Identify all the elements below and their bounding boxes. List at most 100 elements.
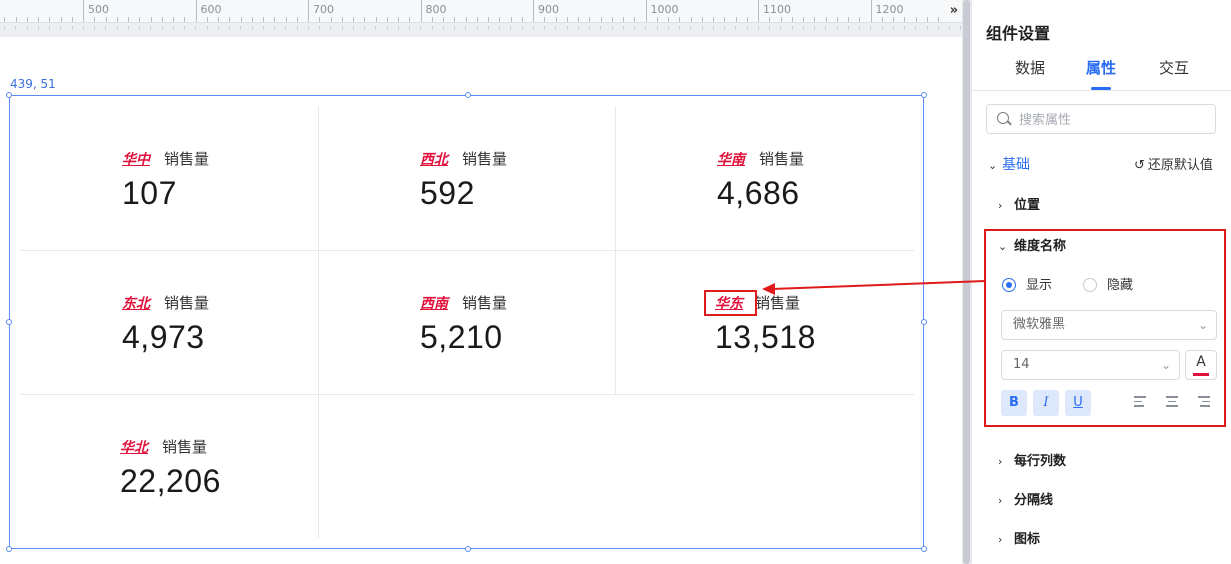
- ruler-tick: [49, 17, 51, 22]
- resize-handle-br[interactable]: [921, 546, 927, 552]
- ruler-strip-tick: [195, 26, 197, 29]
- ruler-tick: [848, 17, 849, 22]
- metric-label: 销售量: [755, 294, 801, 312]
- ruler-strip: [0, 23, 962, 37]
- font-size-select[interactable]: 14 ⌄: [1001, 350, 1180, 380]
- ruler-tick: [915, 17, 917, 22]
- ruler-strip-tick: [262, 26, 264, 29]
- ruler-tick: [251, 17, 253, 22]
- resize-handle-tl[interactable]: [6, 92, 12, 98]
- section-divider-label: 分隔线: [1014, 493, 1054, 508]
- ruler-label: 500: [88, 3, 109, 16]
- kpi-cell[interactable]: 西北 销售量 592: [420, 148, 507, 212]
- ruler-tick: [488, 17, 489, 22]
- search-input[interactable]: [1017, 110, 1211, 130]
- italic-button[interactable]: I: [1033, 390, 1059, 416]
- kpi-cell[interactable]: 华北 销售量 22,206: [120, 436, 221, 500]
- ruler-strip-tick: [589, 26, 590, 29]
- scrollbar-thumb[interactable]: [963, 0, 970, 564]
- property-search[interactable]: [986, 104, 1216, 134]
- region-label: 东北: [122, 296, 150, 312]
- ruler-tick: [814, 17, 816, 22]
- ruler-tick: [803, 17, 804, 22]
- ruler-tick: [555, 17, 557, 22]
- ruler-strip-tick: [307, 26, 309, 29]
- region-label: 华北: [120, 440, 148, 456]
- tab-data[interactable]: 数据: [1015, 57, 1045, 78]
- ruler-tick: [780, 17, 782, 22]
- ruler-label: 1100: [763, 3, 791, 16]
- chevron-right-icon: ›: [998, 494, 1003, 507]
- ruler-tick: [308, 0, 309, 22]
- ruler-tick: [398, 17, 399, 22]
- reset-defaults-button[interactable]: ↺ 还原默认值: [1134, 154, 1213, 173]
- radio-show[interactable]: 显示: [1002, 274, 1052, 293]
- align-center-icon[interactable]: [1166, 396, 1178, 408]
- ruler-strip-tick: [769, 26, 770, 29]
- ruler-tick: [420, 0, 422, 22]
- ruler-label: 600: [200, 3, 222, 16]
- ruler-strip-tick: [105, 26, 107, 29]
- kpi-cell[interactable]: 华中 销售量 107: [122, 148, 209, 212]
- kpi-cell[interactable]: 西南 销售量 5,210: [420, 292, 507, 356]
- radio-show-dot: [1002, 278, 1016, 292]
- ruler-strip-tick: [836, 26, 838, 29]
- ruler-strip-tick: [499, 26, 500, 29]
- align-left-icon[interactable]: [1134, 396, 1146, 408]
- ruler-tick: [758, 0, 759, 22]
- ruler-strip-tick: [330, 26, 332, 29]
- ruler-strip-tick: [229, 26, 230, 29]
- ruler-strip-tick: [49, 26, 50, 29]
- bold-button[interactable]: B: [1001, 390, 1027, 416]
- ruler-strip-tick: [859, 26, 860, 29]
- ruler-tick: [296, 17, 298, 22]
- ruler-tick: [184, 17, 186, 22]
- ruler-tick: [893, 17, 894, 22]
- align-right-icon[interactable]: [1198, 396, 1210, 408]
- ruler-label: 800: [425, 3, 447, 16]
- kpi-value: 592: [420, 175, 475, 211]
- radio-hide[interactable]: 隐藏: [1083, 274, 1133, 293]
- section-divider[interactable]: › 分隔线: [998, 489, 1053, 508]
- ruler-tick: [229, 17, 231, 22]
- resize-handle-bl[interactable]: [6, 546, 12, 552]
- kpi-cell[interactable]: 华南 销售量 4,686: [717, 148, 804, 212]
- kpi-value: 107: [122, 175, 177, 211]
- ruler-strip-tick: [892, 26, 894, 29]
- section-columns-per-row[interactable]: › 每行列数: [998, 450, 1066, 469]
- ruler-tick: [668, 17, 669, 22]
- active-tab-indicator: [1091, 87, 1111, 90]
- ruler-strip-tick: [521, 26, 523, 29]
- canvas-scrollbar[interactable]: [962, 0, 971, 564]
- canvas-area[interactable]: 500 600 700 800 900 1000 1100 1200 » 439, 51 华中…: [0, 0, 962, 564]
- tab-interaction[interactable]: 交互: [1159, 57, 1189, 78]
- section-icon[interactable]: › 图标: [998, 528, 1040, 547]
- kpi-cell[interactable]: 东北 销售量 4,973: [122, 292, 209, 356]
- ruler-tick: [735, 17, 737, 22]
- resize-handle-tr[interactable]: [921, 92, 927, 98]
- ruler-strip-tick: [127, 26, 129, 29]
- font-color-button[interactable]: A: [1185, 350, 1217, 380]
- reset-label: 还原默认值: [1147, 158, 1213, 173]
- ruler-strip-tick: [386, 26, 388, 29]
- ruler-strip-tick: [161, 26, 163, 29]
- font-family-select[interactable]: 微软雅黑 ⌄: [1001, 310, 1217, 340]
- ruler-tick: [510, 17, 512, 22]
- collapse-panel-icon[interactable]: »: [946, 0, 962, 23]
- ruler-strip-tick: [274, 26, 275, 29]
- ruler-strip-tick: [724, 26, 725, 29]
- tab-properties[interactable]: 属性: [1086, 57, 1116, 78]
- group-basic[interactable]: ⌄ 基础: [988, 154, 1030, 174]
- resize-handle-ml[interactable]: [6, 319, 12, 325]
- underline-button[interactable]: U: [1065, 390, 1091, 416]
- region-label: 西北: [420, 152, 448, 168]
- section-position[interactable]: › 位置: [998, 194, 1040, 213]
- ruler-strip-tick: [645, 26, 647, 29]
- resize-handle-bm[interactable]: [465, 546, 471, 552]
- resize-handle-mr[interactable]: [921, 319, 927, 325]
- panel-title: 组件设置: [986, 24, 1051, 43]
- metric-label: 销售量: [164, 150, 210, 168]
- metric-label: 销售量: [162, 438, 208, 456]
- resize-handle-tm[interactable]: [465, 92, 471, 98]
- ruler-tick: [139, 17, 141, 22]
